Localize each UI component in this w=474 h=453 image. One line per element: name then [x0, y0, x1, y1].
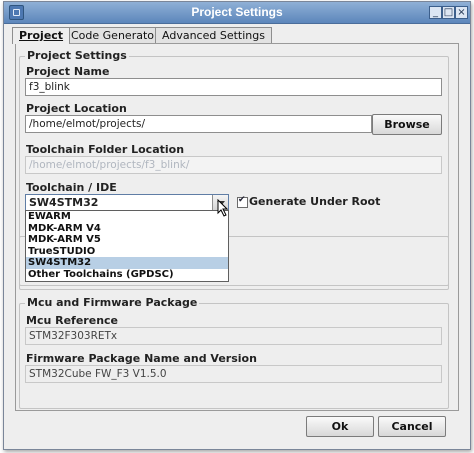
- project-name-field[interactable]: f3_blink: [25, 78, 442, 96]
- toolchain-ide-label: Toolchain / IDE: [26, 181, 117, 194]
- toolchain-option[interactable]: TrueSTUDIO: [26, 246, 228, 258]
- mouse-cursor-icon: [217, 199, 229, 217]
- browse-button[interactable]: Browse: [372, 114, 442, 135]
- maximize-icon[interactable]: □: [442, 6, 455, 19]
- generate-under-root-checkbox[interactable]: [237, 195, 248, 208]
- project-settings-group-title: Project Settings: [25, 49, 129, 62]
- toolchain-dropdown-list: EWARM MDK-ARM V4 MDK-ARM V5 TrueSTUDIO S…: [25, 210, 229, 282]
- window-title: Project Settings: [191, 5, 283, 19]
- tab-advanced-settings[interactable]: Advanced Settings: [155, 27, 272, 43]
- minimize-icon[interactable]: _: [429, 6, 442, 19]
- toolchain-option-selected[interactable]: SW4STM32: [26, 257, 228, 269]
- toolchain-folder-label: Toolchain Folder Location: [26, 143, 185, 156]
- tab-project-label: Project: [19, 29, 64, 42]
- title-bar[interactable]: Project Settings _ □ ×: [4, 2, 470, 24]
- ok-button[interactable]: Ok: [306, 416, 374, 437]
- toolchain-option[interactable]: EWARM: [26, 211, 228, 223]
- close-icon[interactable]: ×: [455, 6, 468, 19]
- mcu-firmware-group-title: Mcu and Firmware Package: [25, 296, 200, 309]
- firmware-package-field: STM32Cube FW_F3 V1.5.0: [25, 365, 442, 383]
- firmware-package-label: Firmware Package Name and Version: [26, 352, 257, 365]
- mcu-reference-label: Mcu Reference: [26, 314, 119, 327]
- tab-project[interactable]: Project: [12, 27, 71, 44]
- project-location-label: Project Location: [26, 102, 127, 115]
- toolchain-option[interactable]: MDK-ARM V4: [26, 223, 228, 235]
- toolchain-folder-field: /home/elmot/projects/f3_blink/: [25, 156, 442, 174]
- project-location-field[interactable]: /home/elmot/projects/: [25, 115, 372, 133]
- toolchain-option[interactable]: Other Toolchains (GPDSC): [26, 269, 228, 281]
- cancel-button[interactable]: Cancel: [378, 416, 446, 437]
- toolchain-selected-value: SW4STM32: [29, 196, 99, 209]
- toolchain-option[interactable]: MDK-ARM V5: [26, 234, 228, 246]
- generate-under-root-label[interactable]: Generate Under Root: [249, 195, 380, 208]
- project-name-label: Project Name: [26, 65, 110, 78]
- mcu-reference-field: STM32F303RETx: [25, 327, 442, 345]
- tab-code-generator[interactable]: Code Generator: [64, 27, 166, 43]
